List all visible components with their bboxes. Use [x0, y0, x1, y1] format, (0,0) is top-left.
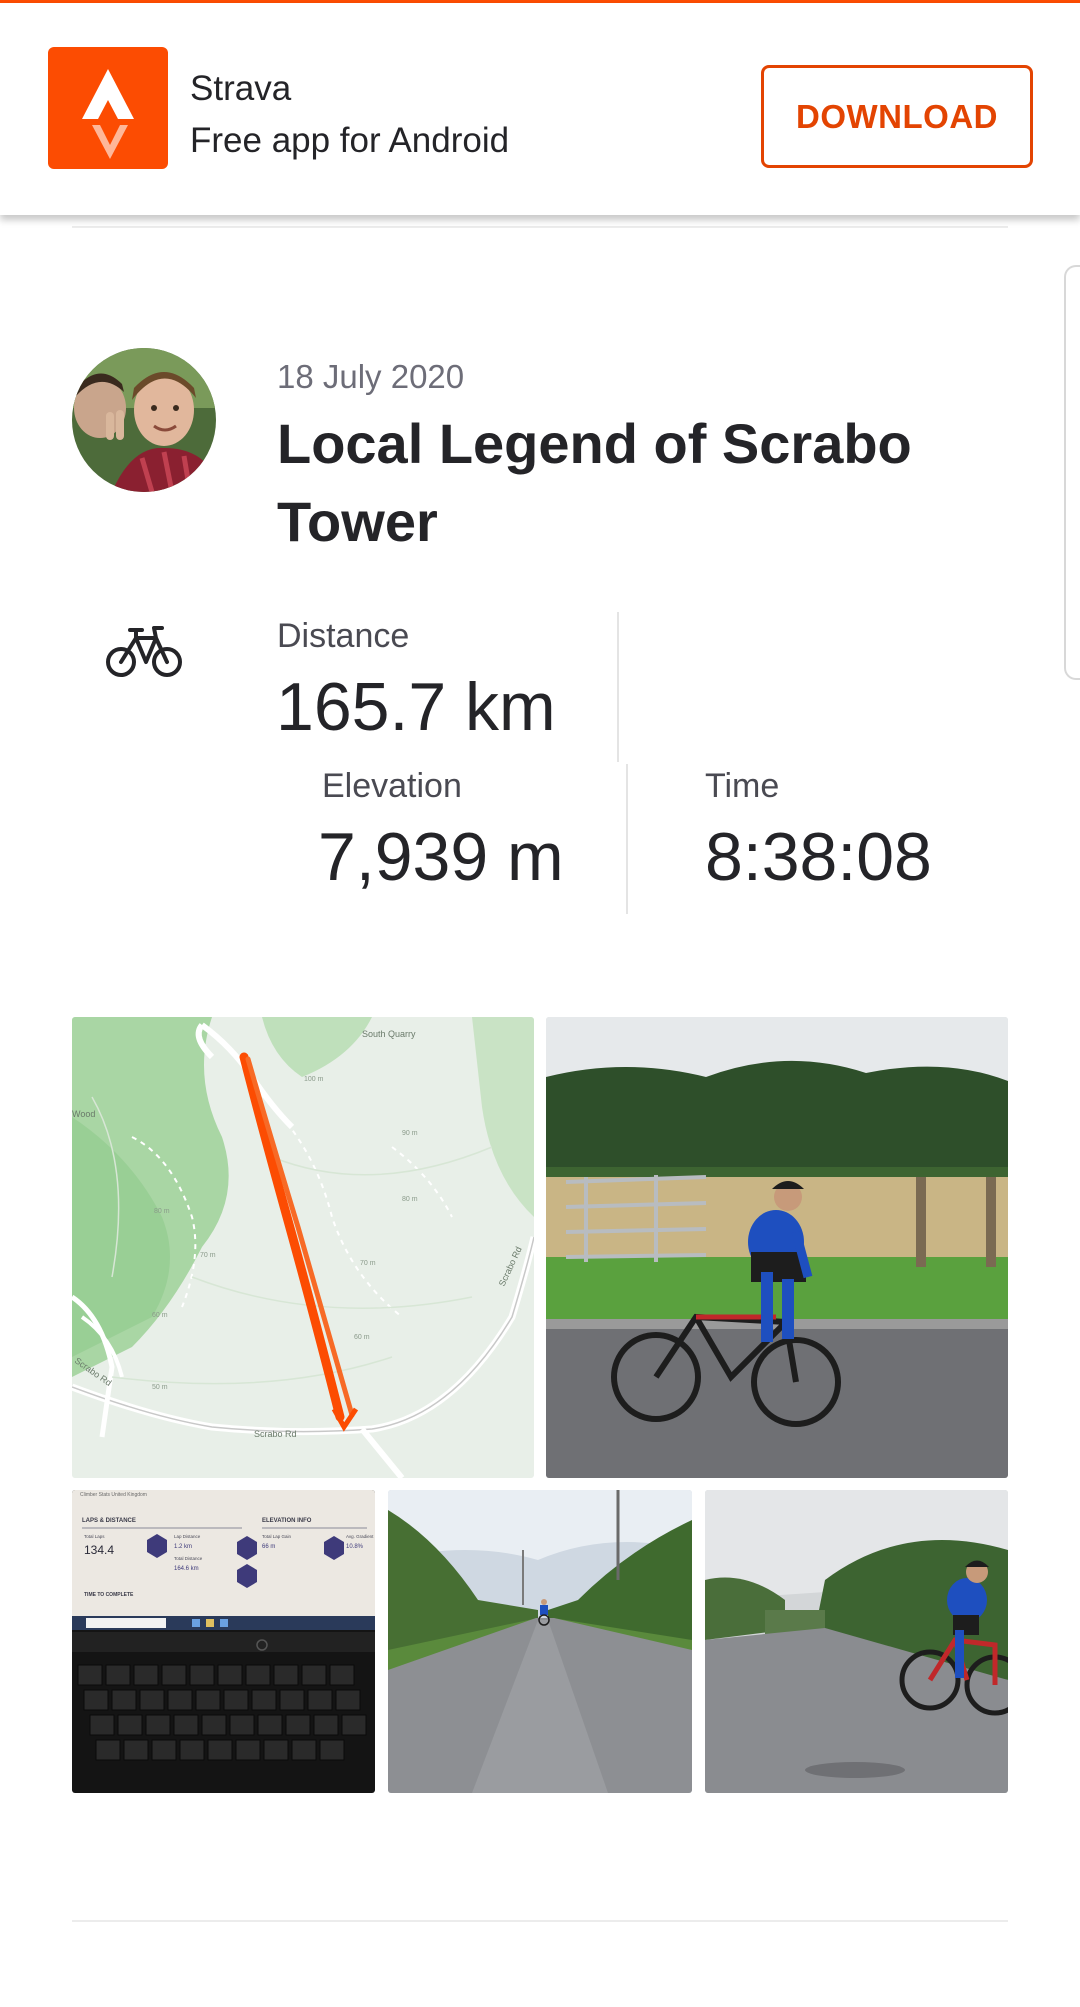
stat-divider	[617, 612, 619, 762]
svg-text:Total Distance: Total Distance	[174, 1556, 203, 1561]
app-subtitle: Free app for Android	[190, 121, 510, 160]
download-button[interactable]: DOWNLOAD	[761, 65, 1033, 168]
svg-text:1.2 km: 1.2 km	[174, 1544, 192, 1550]
map-contour: 50 m	[152, 1384, 168, 1391]
map-contour: 60 m	[152, 1312, 168, 1319]
athlete-avatar[interactable]	[72, 348, 216, 492]
svg-text:66 m: 66 m	[262, 1544, 275, 1550]
svg-text:134.4: 134.4	[84, 1543, 114, 1557]
side-drawer-handle[interactable]	[1064, 265, 1080, 680]
time-label: Time	[705, 767, 780, 805]
map-contour: 70 m	[360, 1260, 376, 1267]
distance-value: 165.7 km	[276, 669, 556, 745]
svg-text:TIME TO COMPLETE: TIME TO COMPLETE	[84, 1592, 134, 1598]
divider	[72, 1920, 1008, 1922]
map-contour: 60 m	[354, 1334, 370, 1341]
distance-label: Distance	[277, 617, 410, 655]
photo-cyclist-gate[interactable]	[546, 1017, 1008, 1478]
svg-text:Climber Stats United Kingdom: Climber Stats United Kingdom	[80, 1492, 147, 1498]
svg-text:Total Laps: Total Laps	[84, 1534, 105, 1539]
map-label: Wood	[72, 1109, 95, 1119]
map-contour: 100 m	[304, 1076, 324, 1083]
bicycle-icon	[106, 624, 182, 678]
map-label: South Quarry	[362, 1029, 416, 1039]
map-label: Scrabo Rd	[254, 1429, 297, 1439]
svg-text:Lap Distance: Lap Distance	[174, 1534, 201, 1539]
divider	[72, 226, 1008, 228]
route-map[interactable]: South Quarry Wood Scrabo Rd Scrabo Rd Sc…	[72, 1017, 534, 1478]
svg-text:Total Lap Gain: Total Lap Gain	[262, 1534, 292, 1539]
map-contour: 70 m	[200, 1252, 216, 1259]
elevation-value: 7,939 m	[318, 819, 564, 895]
svg-text:ELEVATION INFO: ELEVATION INFO	[262, 1518, 312, 1524]
activity-date: 18 July 2020	[277, 358, 465, 395]
map-contour: 80 m	[402, 1196, 418, 1203]
svg-text:10.8%: 10.8%	[346, 1544, 364, 1550]
svg-text:Avg. Gradient: Avg. Gradient	[346, 1534, 374, 1539]
time-value: 8:38:08	[705, 819, 932, 895]
photo-lane-distant-cyclist[interactable]	[388, 1490, 692, 1793]
photo-cyclist-lane[interactable]	[705, 1490, 1008, 1793]
app-name: Strava	[190, 69, 292, 108]
photo-laptop-stats[interactable]: Climber Stats United Kingdom LAPS & DIST…	[72, 1490, 375, 1793]
app-install-banner: Strava Free app for Android DOWNLOAD	[0, 3, 1080, 215]
map-contour: 80 m	[154, 1208, 170, 1215]
stat-divider	[626, 764, 628, 914]
map-contour: 90 m	[402, 1130, 418, 1137]
svg-text:LAPS & DISTANCE: LAPS & DISTANCE	[82, 1518, 136, 1524]
activity-title[interactable]: Local Legend of Scrabo Tower	[277, 405, 997, 561]
svg-text:164.6 km: 164.6 km	[174, 1566, 199, 1572]
elevation-label: Elevation	[322, 767, 462, 805]
strava-logo-icon[interactable]	[48, 47, 168, 169]
